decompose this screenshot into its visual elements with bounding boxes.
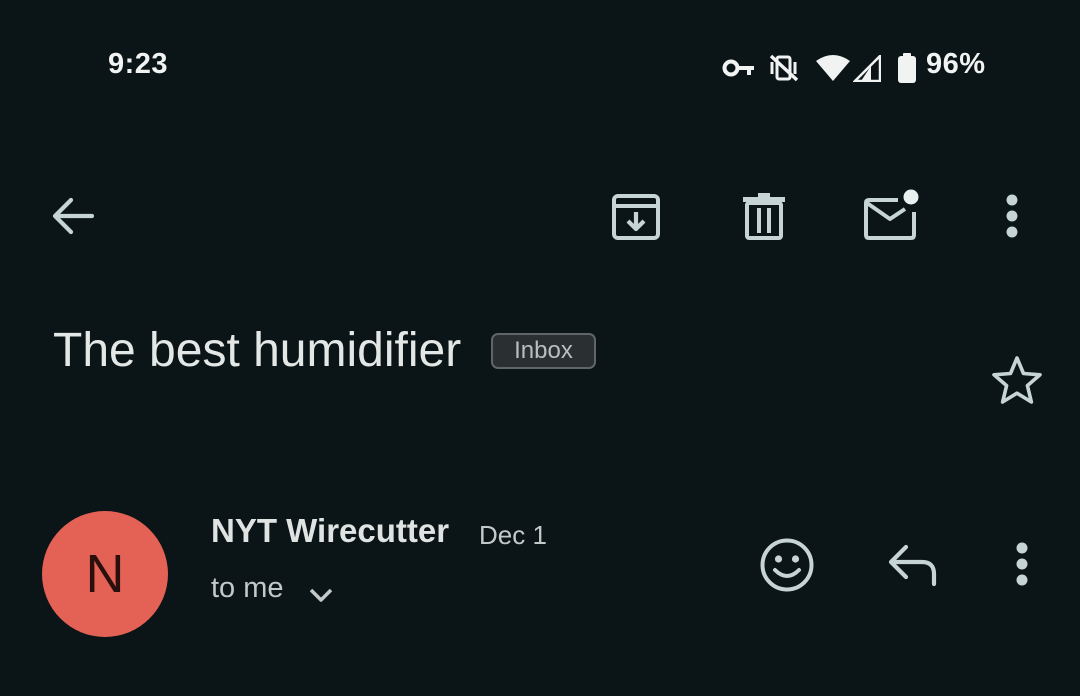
- status-time: 9:23: [108, 48, 169, 80]
- back-arrow-icon: [52, 197, 94, 235]
- add-reaction-button[interactable]: [754, 532, 820, 598]
- sender-name[interactable]: NYT Wirecutter: [211, 512, 449, 550]
- reply-icon: [888, 544, 937, 587]
- chevron-down-icon: [309, 588, 333, 602]
- message-more-button[interactable]: [1000, 540, 1044, 588]
- email-date: Dec 1: [479, 520, 547, 550]
- cell-signal-icon: [853, 55, 881, 82]
- battery-icon: [898, 53, 916, 83]
- recipient-expand-button[interactable]: [304, 578, 338, 612]
- vpn-key-icon: [722, 59, 754, 77]
- recipient-details[interactable]: to me: [211, 572, 284, 605]
- email-subject: The best humidifier: [53, 324, 462, 377]
- inbox-label-chip[interactable]: Inbox: [491, 333, 596, 369]
- more-vert-icon: [1006, 194, 1018, 238]
- more-vert-icon: [1016, 542, 1028, 586]
- mark-unread-icon: [864, 189, 919, 240]
- star-outline-icon: [992, 356, 1042, 404]
- mark-unread-button[interactable]: [858, 182, 924, 246]
- archive-button[interactable]: [604, 182, 668, 250]
- more-options-button[interactable]: [990, 184, 1034, 248]
- back-button[interactable]: [40, 184, 104, 248]
- delete-button[interactable]: [732, 182, 796, 250]
- sender-avatar[interactable]: N: [42, 511, 168, 637]
- wifi-icon: [816, 55, 850, 81]
- archive-icon: [612, 194, 660, 240]
- star-button[interactable]: [984, 348, 1050, 412]
- vibrate-off-icon: [769, 54, 799, 82]
- delete-icon: [743, 193, 785, 240]
- reply-button[interactable]: [880, 534, 946, 596]
- battery-percentage: 96%: [926, 48, 986, 80]
- emoji-reaction-icon: [760, 538, 814, 592]
